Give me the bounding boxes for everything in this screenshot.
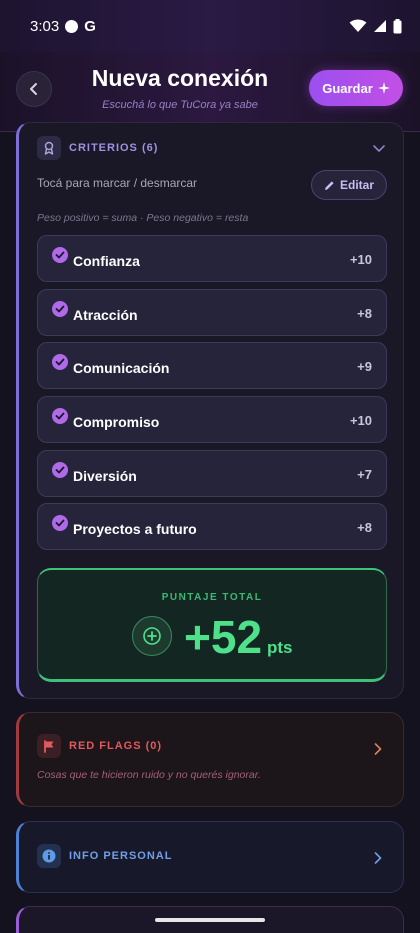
criteria-title: CRITERIOS (6) <box>69 142 159 154</box>
criteria-item-score: +9 <box>357 359 372 374</box>
check-circle-icon <box>52 462 68 478</box>
status-right <box>349 18 402 34</box>
criteria-item-label: Proyectos a futuro <box>73 521 197 537</box>
info-personal-title: INFO PERSONAL <box>69 850 173 862</box>
criteria-item-label: Diversión <box>73 468 137 484</box>
save-button-label: Guardar <box>322 80 373 96</box>
wifi-icon <box>349 19 367 32</box>
criteria-hint: Tocá para marcar / desmarcar <box>37 176 198 190</box>
red-flags-title: RED FLAGS (0) <box>69 740 163 752</box>
status-left: 3:03 G <box>30 18 96 35</box>
signal-icon <box>374 20 386 32</box>
check-circle-icon <box>52 301 68 317</box>
google-g-icon: G <box>84 17 96 35</box>
info-personal-card[interactable]: INFO PERSONAL <box>16 821 404 893</box>
weight-note: Peso positivo = suma · Peso negativo = r… <box>37 212 249 224</box>
total-score-value: +52 <box>184 611 263 663</box>
criteria-item[interactable]: Compromiso +10 <box>37 396 387 443</box>
page-title: Nueva conexión <box>91 65 269 91</box>
save-button[interactable]: Guardar <box>309 70 403 106</box>
total-score-box: PUNTAJE TOTAL +52 pts <box>37 568 387 682</box>
pencil-icon <box>324 180 334 190</box>
status-bar: 3:03 G <box>0 0 420 52</box>
chevron-right-icon <box>374 743 382 755</box>
battery-icon <box>393 18 402 33</box>
chevron-down-icon[interactable] <box>373 145 385 153</box>
check-circle-icon <box>52 247 68 263</box>
total-score-label: PUNTAJE TOTAL <box>161 592 263 603</box>
chevron-right-icon <box>374 852 382 864</box>
criteria-item-label: Comunicación <box>73 360 170 376</box>
check-circle-icon <box>52 408 68 424</box>
criteria-card: CRITERIOS (6) Tocá para marcar / desmarc… <box>16 122 404 699</box>
info-icon <box>37 844 61 868</box>
sparkle-icon <box>377 82 390 94</box>
home-indicator[interactable] <box>155 918 265 922</box>
criteria-item-score: +10 <box>349 252 372 267</box>
criteria-item-score: +7 <box>357 467 372 482</box>
red-flags-card[interactable]: RED FLAGS (0) Cosas que te hicieron ruid… <box>16 712 404 807</box>
red-flags-description: Cosas que te hicieron ruido y no querés … <box>37 769 261 781</box>
check-circle-icon <box>52 354 68 370</box>
criteria-item[interactable]: Diversión +7 <box>37 450 387 497</box>
check-circle-icon <box>52 515 68 531</box>
status-time: 3:03 <box>30 17 60 35</box>
plus-circle-icon <box>132 616 172 656</box>
criteria-item[interactable]: Atracción +8 <box>37 289 387 336</box>
page-subtitle: Escuchá lo que TuCora ya sabe <box>102 99 258 111</box>
criteria-item[interactable]: Confianza +10 <box>37 235 387 282</box>
edit-criteria-button[interactable]: Editar <box>311 170 387 200</box>
criteria-item-score: +10 <box>349 413 372 428</box>
criteria-item[interactable]: Proyectos a futuro +8 <box>37 503 387 550</box>
flag-icon <box>37 734 61 758</box>
criteria-item-label: Confianza <box>73 253 140 269</box>
notification-dot-icon <box>65 19 79 33</box>
criteria-item-label: Compromiso <box>73 414 160 430</box>
total-score-unit: pts <box>267 638 293 657</box>
criteria-item-score: +8 <box>357 306 372 321</box>
app-header: Nueva conexión Escuchá lo que TuCora ya … <box>0 52 420 132</box>
award-icon <box>37 136 61 160</box>
criteria-item-label: Atracción <box>73 307 138 323</box>
criteria-item-score: +8 <box>357 520 372 535</box>
criteria-item[interactable]: Comunicación +9 <box>37 342 387 389</box>
edit-button-label: Editar <box>339 178 374 192</box>
